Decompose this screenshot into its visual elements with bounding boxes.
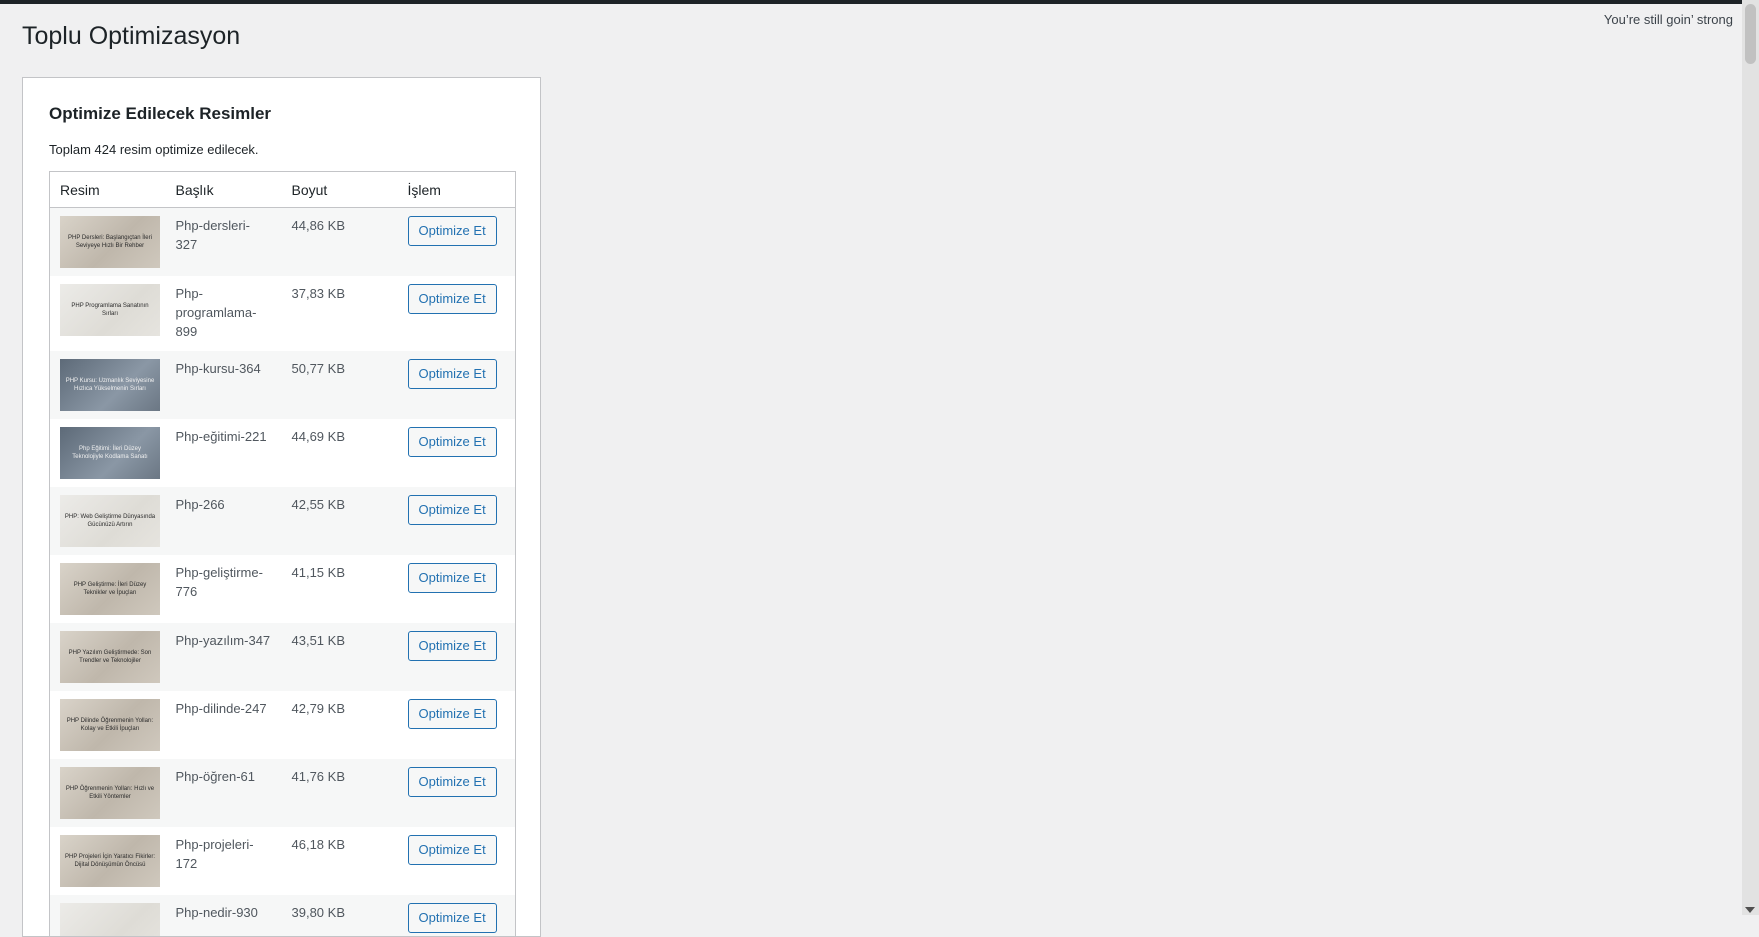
image-size: 37,83 KB: [282, 276, 398, 351]
summary-text: Toplam 424 resim optimize edilecek.: [49, 142, 259, 157]
table-header: Resim Başlık Boyut İşlem: [50, 172, 516, 208]
table-row: PHP: Web Geliştirme Dünyasında Gücünüzü …: [50, 487, 516, 555]
table-row: PHP Yazılım Geliştirmede: Son Trendler v…: [50, 623, 516, 691]
table-row: PHP Öğrenmenin Yolları: Hızlı ve Etkili …: [50, 759, 516, 827]
image-thumbnail: [60, 903, 160, 937]
image-thumbnail: Php Eğitimi: İleri Düzey Teknolojiyle Ko…: [60, 427, 160, 479]
image-size: 42,79 KB: [282, 691, 398, 759]
image-thumbnail: PHP Geliştirme: İleri Düzey Teknikler ve…: [60, 563, 160, 615]
scrollbar-thumb[interactable]: [1745, 4, 1756, 64]
image-size: 43,51 KB: [282, 623, 398, 691]
image-size: 39,80 KB: [282, 895, 398, 937]
images-card: Optimize Edilecek Resimler Toplam 424 re…: [22, 77, 541, 937]
image-thumbnail: PHP Programlama Sanatının Sırları: [60, 284, 160, 336]
table-row: PHP Geliştirme: İleri Düzey Teknikler ve…: [50, 555, 516, 623]
table-row: PHP Projeleri İçin Yaratıcı Fikirler: Di…: [50, 827, 516, 895]
optimize-button[interactable]: Optimize Et: [408, 284, 497, 314]
optimize-button[interactable]: Optimize Et: [408, 767, 497, 797]
optimize-button[interactable]: Optimize Et: [408, 216, 497, 246]
card-heading: Optimize Edilecek Resimler: [49, 104, 271, 124]
optimize-button[interactable]: Optimize Et: [408, 631, 497, 661]
image-size: 46,18 KB: [282, 827, 398, 895]
optimize-button[interactable]: Optimize Et: [408, 835, 497, 865]
optimize-button[interactable]: Optimize Et: [408, 359, 497, 389]
table-body: PHP Dersleri: Başlangıçtan İleri Seviyey…: [50, 208, 516, 937]
image-size: 42,55 KB: [282, 487, 398, 555]
optimize-button[interactable]: Optimize Et: [408, 699, 497, 729]
table-row: PHP Dilinde Öğrenmenin Yolları: Kolay ve…: [50, 691, 516, 759]
table-row: PHP Dersleri: Başlangıçtan İleri Seviyey…: [50, 208, 516, 277]
optimize-button[interactable]: Optimize Et: [408, 495, 497, 525]
image-size: 41,76 KB: [282, 759, 398, 827]
image-thumbnail: PHP Kursu: Uzmanlık Seviyesine Hızlıca Y…: [60, 359, 160, 411]
optimize-button[interactable]: Optimize Et: [408, 903, 497, 933]
footer-note: You’re still goin’ strong: [1604, 12, 1733, 27]
image-size: 44,86 KB: [282, 208, 398, 277]
image-title: Php-projeleri-172: [166, 827, 282, 895]
image-thumbnail: PHP Yazılım Geliştirmede: Son Trendler v…: [60, 631, 160, 683]
admin-top-bar: [0, 0, 1759, 4]
images-table-wrapper: Resim Başlık Boyut İşlem PHP Dersleri: B…: [49, 171, 515, 937]
image-title: Php-dersleri-327: [166, 208, 282, 277]
image-title: Php-266: [166, 487, 282, 555]
image-title: Php-yazılım-347: [166, 623, 282, 691]
images-table: Resim Başlık Boyut İşlem PHP Dersleri: B…: [49, 171, 516, 937]
table-row: Php Eğitimi: İleri Düzey Teknolojiyle Ko…: [50, 419, 516, 487]
image-thumbnail: PHP: Web Geliştirme Dünyasında Gücünüzü …: [60, 495, 160, 547]
image-size: 41,15 KB: [282, 555, 398, 623]
image-title: Php-geliştirme-776: [166, 555, 282, 623]
column-header-size: Boyut: [282, 172, 398, 208]
image-thumbnail: PHP Öğrenmenin Yolları: Hızlı ve Etkili …: [60, 767, 160, 819]
page-title: Toplu Optimizasyon: [22, 22, 240, 51]
image-thumbnail: PHP Dilinde Öğrenmenin Yolları: Kolay ve…: [60, 699, 160, 751]
table-row: PHP Programlama Sanatının Sırları Php-pr…: [50, 276, 516, 351]
optimize-button[interactable]: Optimize Et: [408, 563, 497, 593]
scroll-down-arrow-icon[interactable]: [1745, 907, 1755, 913]
table-row: PHP Kursu: Uzmanlık Seviyesine Hızlıca Y…: [50, 351, 516, 419]
column-header-image: Resim: [50, 172, 166, 208]
optimize-button[interactable]: Optimize Et: [408, 427, 497, 457]
image-thumbnail: PHP Projeleri İçin Yaratıcı Fikirler: Di…: [60, 835, 160, 887]
column-header-action: İşlem: [398, 172, 516, 208]
image-size: 44,69 KB: [282, 419, 398, 487]
image-title: Php-programlama-899: [166, 276, 282, 351]
table-row: Php-nedir-930 39,80 KB Optimize Et: [50, 895, 516, 937]
image-size: 50,77 KB: [282, 351, 398, 419]
image-title: Php-nedir-930: [166, 895, 282, 937]
column-header-title: Başlık: [166, 172, 282, 208]
image-title: Php-kursu-364: [166, 351, 282, 419]
vertical-scrollbar[interactable]: [1742, 0, 1759, 915]
image-title: Php-öğren-61: [166, 759, 282, 827]
image-thumbnail: PHP Dersleri: Başlangıçtan İleri Seviyey…: [60, 216, 160, 268]
image-title: Php-dilinde-247: [166, 691, 282, 759]
image-title: Php-eğitimi-221: [166, 419, 282, 487]
